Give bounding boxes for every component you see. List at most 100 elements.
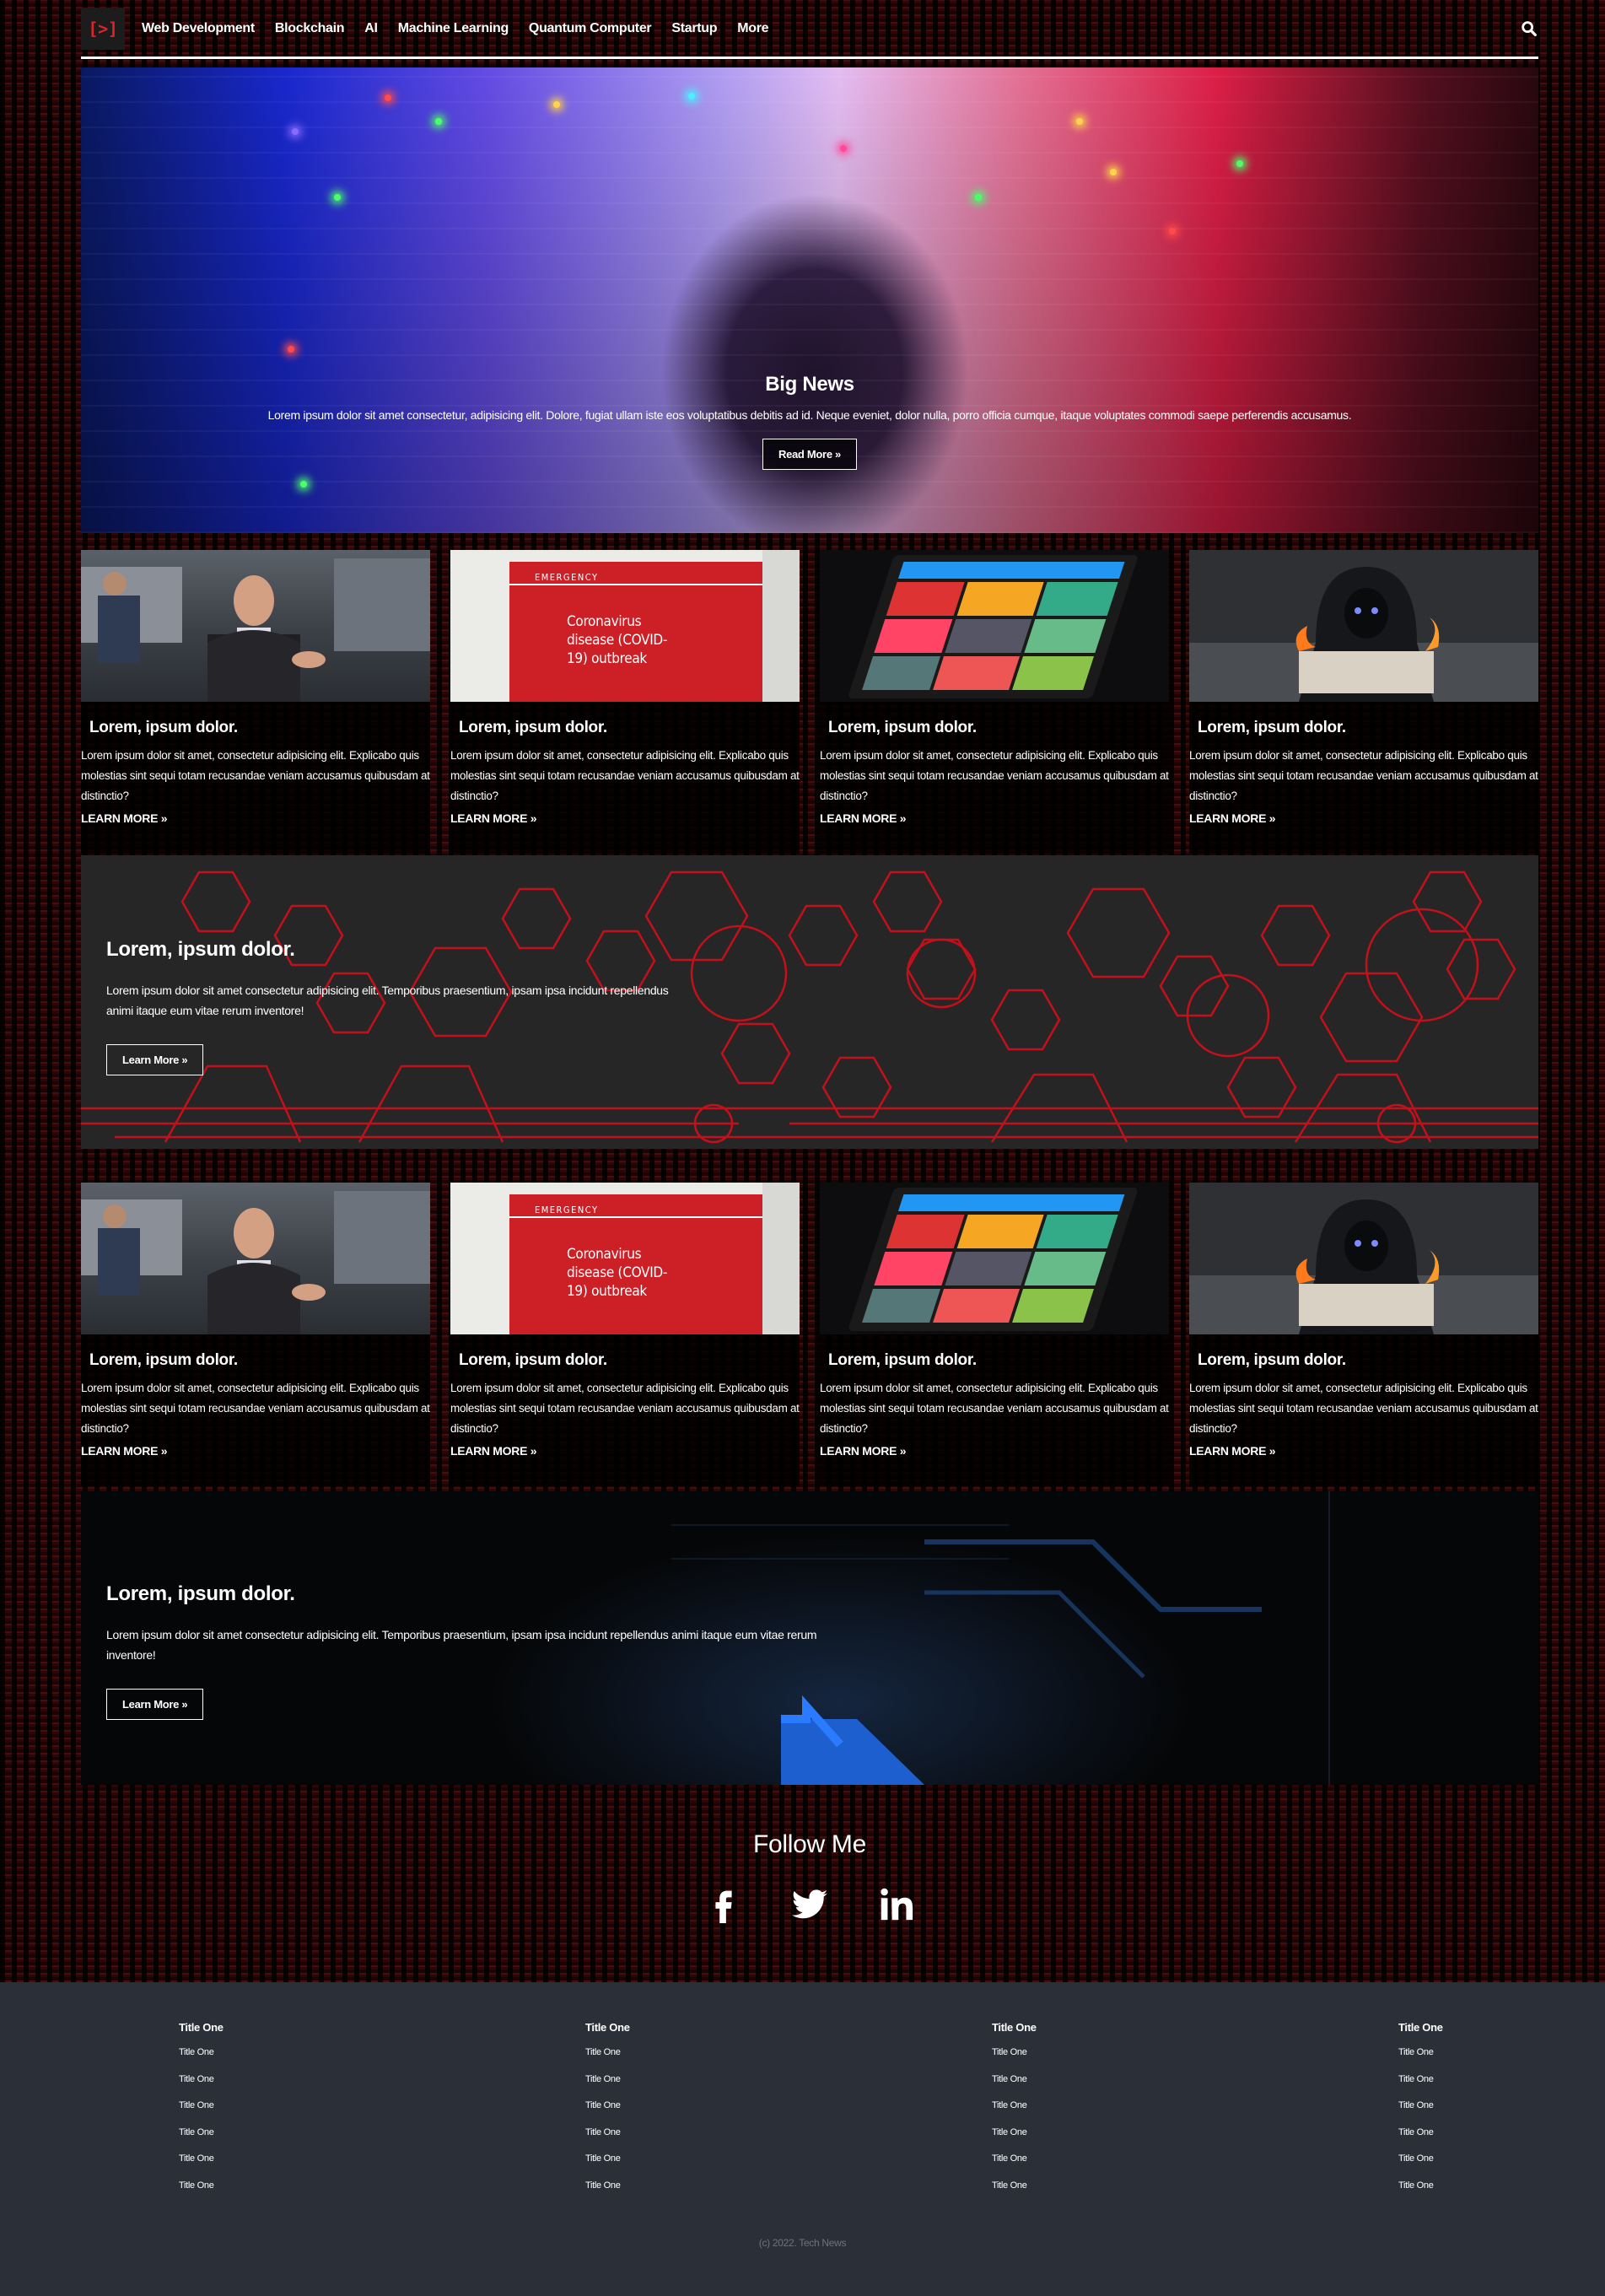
card-image-covid[interactable]: EMERGENCY Coronavirus disease (COVID- 19… [450, 550, 800, 702]
top-navbar: [>] Web Development Blockchain AI Machin… [81, 0, 1538, 59]
footer-column: Title One Title One Title One Title One … [179, 2021, 585, 2207]
learn-more-link[interactable]: LEARN MORE » [450, 811, 800, 825]
read-more-button[interactable]: Read More » [762, 439, 857, 470]
footer-link[interactable]: Title One [992, 2127, 1398, 2137]
footer-link[interactable]: Title One [585, 2153, 992, 2164]
footer-link[interactable]: Title One [179, 2180, 585, 2191]
card-title: Lorem, ipsum dolor. [1198, 719, 1346, 736]
card-text: Lorem ipsum dolor sit amet, consectetur … [81, 1382, 430, 1435]
cards-row-1: Lorem, ipsum dolor. Lorem ipsum dolor si… [81, 550, 1538, 854]
card-image-hacker[interactable] [1189, 1183, 1538, 1334]
card-title: Lorem, ipsum dolor. [89, 719, 238, 736]
card-text: Lorem ipsum dolor sit amet, consectetur … [1189, 749, 1538, 802]
learn-more-link[interactable]: LEARN MORE » [81, 1444, 430, 1458]
search-icon[interactable] [1520, 19, 1538, 38]
footer-link[interactable]: Title One [585, 2074, 992, 2084]
promo-banner-2: Lorem, ipsum dolor. Lorem ipsum dolor si… [81, 1491, 1538, 1785]
hero-banner: Big News Lorem ipsum dolor sit amet cons… [81, 67, 1538, 533]
footer-link[interactable]: Title One [179, 2047, 585, 2057]
banner-2-text: Lorem ipsum dolor sit amet consectetur a… [106, 1628, 817, 1662]
card-image-tablet[interactable] [820, 1183, 1169, 1334]
nav-item-blockchain[interactable]: Blockchain [275, 21, 345, 36]
footer-column-heading: Title One [1398, 2021, 1443, 2034]
footer-link[interactable]: Title One [179, 2127, 585, 2137]
nav-item-machine-learning[interactable]: Machine Learning [398, 21, 509, 36]
copyright-text: (c) 2022. Tech News [758, 2237, 847, 2249]
card-text: Lorem ipsum dolor sit amet, consectetur … [1189, 1382, 1538, 1435]
footer-link[interactable]: Title One [1398, 2153, 1500, 2164]
learn-more-link[interactable]: LEARN MORE » [820, 811, 1169, 825]
nav-item-quantum-computer[interactable]: Quantum Computer [529, 21, 652, 36]
card-text: Lorem ipsum dolor sit amet, consectetur … [820, 1382, 1169, 1435]
card-image-hacker[interactable] [1189, 550, 1538, 702]
footer-link[interactable]: Title One [585, 2100, 992, 2110]
news-card: Lorem, ipsum dolor. Lorem ipsum dolor si… [820, 550, 1169, 854]
twitter-icon[interactable] [790, 1884, 829, 1923]
card-image-covid[interactable]: EMERGENCY Coronavirus disease (COVID- 19… [450, 1183, 800, 1334]
learn-more-link[interactable]: LEARN MORE » [1189, 811, 1538, 825]
footer-link[interactable]: Title One [1398, 2047, 1500, 2057]
facebook-icon[interactable] [704, 1884, 743, 1923]
news-card: EMERGENCY Coronavirus disease (COVID- 19… [450, 550, 800, 854]
banner-1-learn-more-button[interactable]: Learn More » [106, 1044, 204, 1075]
svg-text:Coronavirus: Coronavirus [567, 613, 642, 630]
footer-link[interactable]: Title One [585, 2127, 992, 2137]
footer-column: Title One Title One Title One Title One … [585, 2021, 992, 2207]
news-card: Lorem, ipsum dolor. Lorem ipsum dolor si… [820, 1183, 1169, 1486]
footer-link[interactable]: Title One [1398, 2127, 1500, 2137]
nav-item-startup[interactable]: Startup [671, 21, 717, 36]
learn-more-link[interactable]: LEARN MORE » [820, 1444, 1169, 1458]
svg-text:disease (COVID-: disease (COVID- [567, 632, 667, 649]
footer-link[interactable]: Title One [992, 2100, 1398, 2110]
footer-column-heading: Title One [992, 2021, 1037, 2034]
card-image-speaker[interactable] [81, 1183, 430, 1334]
footer-link[interactable]: Title One [585, 2180, 992, 2191]
banner-2-content: Lorem, ipsum dolor. Lorem ipsum dolor si… [106, 1582, 865, 1720]
banner-1-content: Lorem, ipsum dolor. Lorem ipsum dolor si… [106, 938, 697, 1075]
card-title: Lorem, ipsum dolor. [89, 1351, 238, 1369]
footer-link[interactable]: Title One [1398, 2180, 1500, 2191]
footer-link[interactable]: Title One [1398, 2074, 1500, 2084]
card-title: Lorem, ipsum dolor. [828, 1351, 977, 1369]
card-title: Lorem, ipsum dolor. [828, 719, 977, 736]
footer-column-heading: Title One [179, 2021, 224, 2034]
footer-link[interactable]: Title One [992, 2153, 1398, 2164]
nav-menu: Web Development Blockchain AI Machine Le… [142, 21, 769, 36]
footer-link[interactable]: Title One [1398, 2100, 1500, 2110]
footer-link[interactable]: Title One [179, 2074, 585, 2084]
banner-2-title: Lorem, ipsum dolor. [106, 1582, 295, 1605]
card-image-speaker[interactable] [81, 550, 430, 702]
footer-link[interactable]: Title One [585, 2047, 992, 2057]
footer-link[interactable]: Title One [992, 2074, 1398, 2084]
nav-item-web-development[interactable]: Web Development [142, 21, 255, 36]
learn-more-link[interactable]: LEARN MORE » [450, 1444, 800, 1458]
promo-banner-1: Lorem, ipsum dolor. Lorem ipsum dolor si… [81, 855, 1538, 1149]
nav-item-ai[interactable]: AI [364, 21, 378, 36]
footer-columns: Title One Title One Title One Title One … [179, 2021, 1500, 2207]
footer-link[interactable]: Title One [179, 2100, 585, 2110]
site-logo[interactable]: [>] [81, 7, 125, 50]
nav-item-more[interactable]: More [737, 21, 768, 36]
svg-text:disease (COVID-: disease (COVID- [567, 1264, 667, 1281]
hero-title: Big News [765, 373, 854, 396]
banner-2-learn-more-button[interactable]: Learn More » [106, 1689, 204, 1720]
card-text: Lorem ipsum dolor sit amet, consectetur … [450, 1382, 800, 1435]
hero-content: Big News Lorem ipsum dolor sit amet cons… [81, 373, 1538, 470]
social-links [81, 1884, 1538, 1923]
footer-link[interactable]: Title One [992, 2047, 1398, 2057]
news-card: Lorem, ipsum dolor. Lorem ipsum dolor si… [1189, 1183, 1538, 1486]
card-text: Lorem ipsum dolor sit amet, consectetur … [450, 749, 800, 802]
linkedin-icon[interactable] [876, 1884, 915, 1923]
svg-text:19) outbreak: 19) outbreak [567, 650, 647, 667]
site-footer: Title One Title One Title One Title One … [0, 1982, 1605, 2296]
card-image-tablet[interactable] [820, 550, 1169, 702]
card-title: Lorem, ipsum dolor. [459, 719, 607, 736]
news-card: EMERGENCY Coronavirus disease (COVID- 19… [450, 1183, 800, 1486]
learn-more-link[interactable]: LEARN MORE » [81, 811, 430, 825]
news-card: Lorem, ipsum dolor. Lorem ipsum dolor si… [81, 1183, 430, 1486]
banner-1-title: Lorem, ipsum dolor. [106, 938, 295, 961]
footer-link[interactable]: Title One [992, 2180, 1398, 2191]
footer-link[interactable]: Title One [179, 2153, 585, 2164]
learn-more-link[interactable]: LEARN MORE » [1189, 1444, 1538, 1458]
card-title: Lorem, ipsum dolor. [459, 1351, 607, 1369]
